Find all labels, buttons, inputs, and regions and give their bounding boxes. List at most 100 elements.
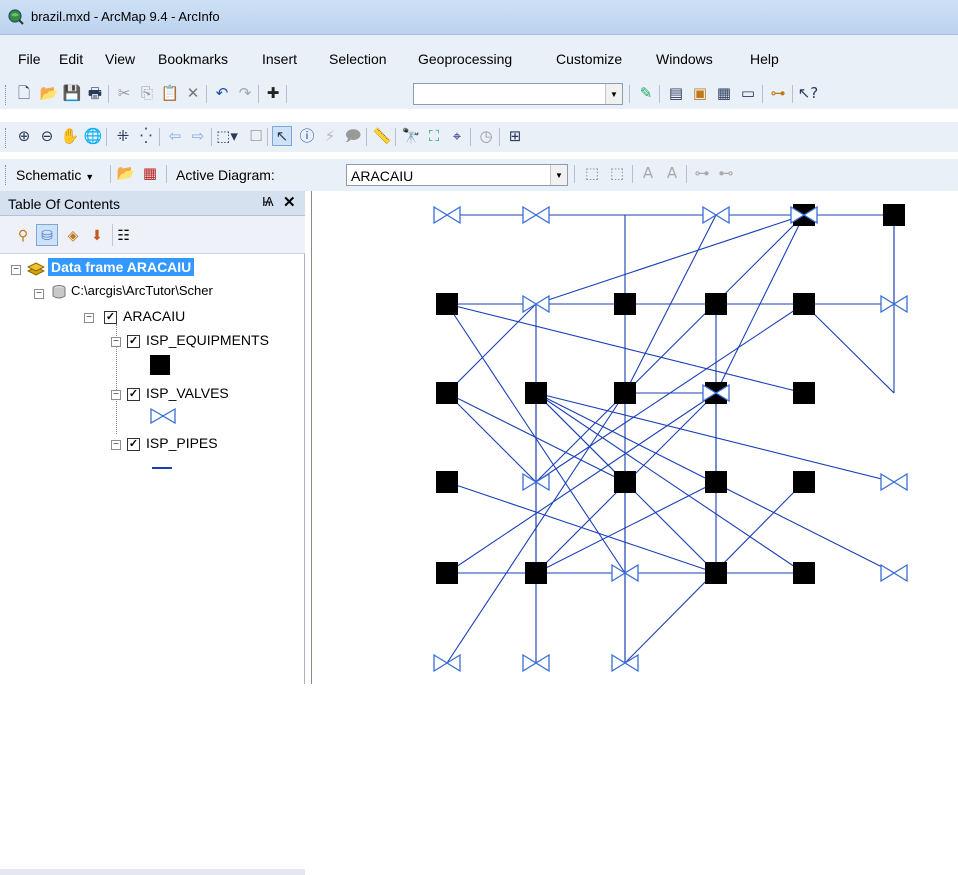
collapse-icon[interactable]: −	[34, 289, 44, 299]
map-scale-combo[interactable]: ▼	[413, 83, 623, 105]
measure-icon[interactable]: 📏	[372, 126, 392, 146]
layer-valves-checkbox[interactable]: ✓	[127, 388, 140, 401]
menu-file[interactable]: File	[18, 51, 41, 67]
menu-windows[interactable]: Windows	[656, 51, 713, 67]
time-slider-icon[interactable]: ◷	[476, 126, 496, 146]
menu-edit[interactable]: Edit	[59, 51, 83, 67]
open-folder-icon[interactable]: 📂	[39, 83, 59, 103]
menu-geoprocessing[interactable]: Geoprocessing	[418, 51, 512, 67]
open-diagram-icon[interactable]: 📂	[116, 163, 136, 183]
create-viewer-window-icon[interactable]: ⊞	[505, 126, 525, 146]
list-by-selection-icon[interactable]: ⬇	[86, 224, 108, 246]
toc-scrollbar[interactable]	[0, 869, 305, 875]
list-by-drawing-order-icon[interactable]: ⚲	[12, 224, 34, 246]
layer-pipes-checkbox[interactable]: ✓	[127, 438, 140, 451]
hyperlink-icon[interactable]: ⚡	[320, 126, 340, 146]
pipe-link[interactable]	[803, 303, 895, 394]
valve-node[interactable]	[433, 653, 461, 673]
save-icon[interactable]: 💾	[62, 83, 82, 103]
chevron-down-icon[interactable]: ▼	[550, 165, 567, 185]
equipment-node[interactable]	[525, 382, 547, 404]
pipe-link[interactable]	[535, 392, 895, 483]
dataset-checkbox[interactable]: ✓	[104, 311, 117, 324]
valve-node[interactable]	[702, 205, 730, 225]
menu-customize[interactable]: Customize	[556, 51, 622, 67]
equipment-node[interactable]	[614, 471, 636, 493]
propagate-icon[interactable]: ⬚	[582, 163, 602, 183]
equipment-node[interactable]	[705, 293, 727, 315]
editor-toolbar-icon[interactable]: ✎	[636, 83, 656, 103]
active-diagram-combo[interactable]: ARACAIU ▼	[346, 164, 568, 186]
pipe-link[interactable]	[535, 214, 805, 483]
layer-valves-label[interactable]: ISP_VALVES	[146, 385, 229, 401]
pipe-link[interactable]	[446, 392, 537, 483]
equipment-node[interactable]	[705, 562, 727, 584]
pin-icon[interactable]: Ѩ	[262, 194, 274, 209]
select-features-icon[interactable]: ⬚▾	[216, 126, 238, 146]
add-data-icon[interactable]: ✚	[263, 83, 283, 103]
table-of-contents-icon[interactable]: ▤	[666, 83, 686, 103]
zoom-out-icon[interactable]: ⊖	[37, 126, 57, 146]
catalog-window-icon[interactable]: ▣	[690, 83, 710, 103]
data-frame-label[interactable]: Data frame ARACAIU	[48, 258, 195, 276]
valve-node[interactable]	[433, 205, 461, 225]
list-by-source-icon[interactable]: ⛁	[36, 224, 58, 246]
layer-equipments-label[interactable]: ISP_EQUIPMENTS	[146, 332, 269, 348]
equipment-node[interactable]	[436, 562, 458, 584]
dataset-label[interactable]: ARACAIU	[123, 308, 185, 324]
copy-icon[interactable]: ⎘	[137, 83, 157, 103]
fixed-zoom-in-icon[interactable]: ⁜	[113, 126, 133, 146]
equipment-node[interactable]	[705, 471, 727, 493]
html-popup-icon[interactable]: 🗩	[343, 126, 363, 146]
reduce-icon[interactable]: ⬚	[607, 163, 627, 183]
menu-insert[interactable]: Insert	[262, 51, 297, 67]
menu-view[interactable]: View	[105, 51, 135, 67]
collapse-icon[interactable]: −	[111, 337, 121, 347]
equipment-node[interactable]	[436, 471, 458, 493]
equipment-node[interactable]	[436, 382, 458, 404]
schematic-menu-button[interactable]: Schematic ▼	[16, 167, 94, 183]
full-extent-icon[interactable]: 🌐	[83, 126, 103, 146]
whats-this-help-icon[interactable]: ↖?	[798, 83, 819, 103]
select-elements-icon[interactable]: ↖	[272, 126, 292, 146]
equipment-node[interactable]	[793, 382, 815, 404]
zoom-in-icon[interactable]: ⊕	[14, 126, 34, 146]
paste-icon[interactable]: 📋	[160, 83, 180, 103]
layer-pipes-label[interactable]: ISP_PIPES	[146, 435, 218, 451]
identify-icon[interactable]: ⓘ	[297, 126, 317, 146]
back-extent-icon[interactable]: ⇦	[165, 126, 185, 146]
equipment-node[interactable]	[436, 293, 458, 315]
collapse-icon[interactable]: −	[111, 390, 121, 400]
equipment-node[interactable]	[793, 293, 815, 315]
pipe-link[interactable]	[535, 392, 805, 574]
collapse-icon[interactable]: −	[84, 313, 94, 323]
find-icon[interactable]: 🔭	[401, 126, 421, 146]
undo-icon[interactable]: ↶	[212, 83, 232, 103]
close-icon[interactable]: ✕	[283, 193, 296, 211]
pipe-link[interactable]	[446, 392, 717, 574]
cut-icon[interactable]: ✂	[114, 83, 134, 103]
equipment-node[interactable]	[793, 562, 815, 584]
find-in-diagram-icon[interactable]: ⊷	[716, 163, 736, 183]
new-document-icon[interactable]: 🗋	[14, 83, 34, 103]
find-in-map-icon[interactable]: ⊶	[692, 163, 712, 183]
delete-icon[interactable]: ✕	[183, 83, 203, 103]
collapse-icon[interactable]: −	[11, 265, 21, 275]
go-to-xy-icon[interactable]: ⌖	[447, 126, 467, 146]
equipment-node[interactable]	[525, 562, 547, 584]
print-icon[interactable]: 🖶	[85, 83, 105, 103]
decrease-font-icon[interactable]: A	[638, 163, 658, 183]
valve-node[interactable]	[880, 472, 908, 492]
chevron-down-icon[interactable]: ▼	[605, 84, 622, 104]
pipe-link[interactable]	[535, 214, 805, 305]
fixed-zoom-out-icon[interactable]: ⁛	[136, 126, 156, 146]
map-display[interactable]	[311, 191, 958, 684]
arctoolbox-icon[interactable]: ▭	[738, 83, 758, 103]
clear-selection-icon[interactable]: ☐	[246, 126, 266, 146]
pipe-link[interactable]	[535, 303, 805, 483]
pipe-link[interactable]	[446, 481, 717, 574]
diagram-properties-icon[interactable]: ▦	[140, 163, 160, 183]
equipment-node[interactable]	[614, 382, 636, 404]
valve-node[interactable]	[522, 205, 550, 225]
options-icon[interactable]: ☷	[112, 224, 134, 246]
